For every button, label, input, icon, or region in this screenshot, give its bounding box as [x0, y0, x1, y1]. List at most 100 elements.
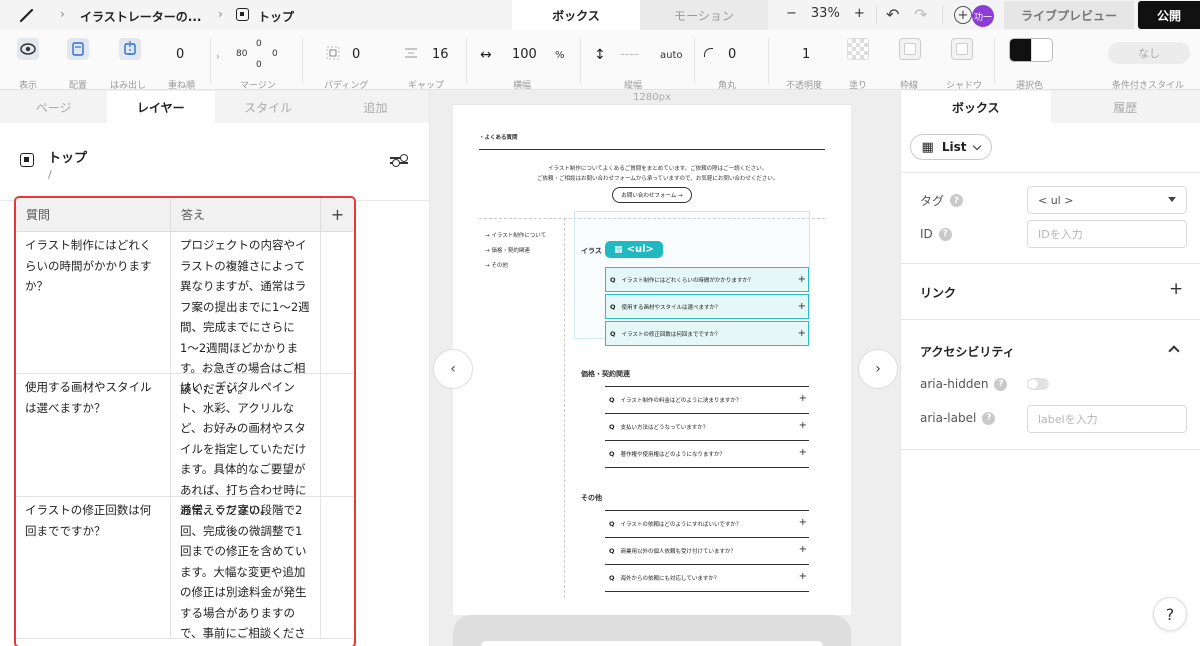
zoom-in-button[interactable]: + — [854, 6, 865, 21]
height-value[interactable]: ---- — [620, 47, 639, 62]
padding-value[interactable]: 0 — [352, 47, 360, 62]
conditional-style-button[interactable]: なし — [1108, 42, 1190, 64]
faq-item-selected[interactable]: Q イラストの修正回数は何回までですか？ + — [605, 321, 809, 346]
shadow-tool[interactable]: シャドウ — [946, 38, 982, 91]
faq-item[interactable]: Q 著作権や使用権はどのようになりますか？ + — [605, 441, 809, 466]
ul-element-badge[interactable]: ▦ <ul> — [605, 241, 663, 258]
tab-layers[interactable]: レイヤー — [107, 91, 215, 123]
add-link-icon[interactable]: + — [1169, 279, 1183, 299]
add-collaborator-icon[interactable]: + — [954, 6, 972, 24]
zindex-value[interactable]: 0 — [176, 47, 184, 62]
question-cell[interactable]: イラスト制作にはどれくらいの時間がかかりますか？ — [16, 232, 171, 373]
plus-icon[interactable]: + — [799, 571, 807, 582]
faq-item[interactable]: Q 支払い方法はどうなっていますか？ + — [605, 414, 809, 439]
avatar[interactable]: 功一 — [972, 5, 994, 27]
width-value[interactable]: 100 — [512, 47, 537, 62]
chevron-right-icon: › — [218, 7, 223, 21]
help-icon[interactable]: ? — [950, 194, 964, 207]
margin-right[interactable]: 0 — [272, 49, 278, 59]
aria-hidden-toggle[interactable] — [1027, 378, 1049, 390]
zindex-tool[interactable]: 0 重ね順 — [166, 38, 198, 91]
padding-tool[interactable]: 0 パディング — [322, 38, 372, 91]
help-icon[interactable]: ? — [982, 411, 996, 425]
margin-top[interactable]: 0 — [256, 39, 262, 49]
answer-cell[interactable]: はい、デジタルペイント、水彩、アクリルなど、お好みの画材やスタイルを指定していた… — [171, 374, 321, 517]
column-header-answer[interactable]: 答え — [171, 198, 321, 231]
margin-bottom[interactable]: 0 — [256, 60, 262, 70]
help-icon[interactable]: ? — [994, 377, 1008, 391]
undo-icon[interactable]: ↶ — [886, 5, 899, 24]
aria-label-input[interactable] — [1027, 405, 1187, 433]
radius-tool[interactable]: 0 角丸 — [704, 38, 754, 91]
faq-item[interactable]: Q 商業用以外の個人依頼も受け付けていますか？ + — [605, 538, 809, 563]
width-tool[interactable]: ↔ 100 % 横幅 — [480, 38, 570, 91]
id-input[interactable] — [1027, 220, 1187, 248]
question-cell[interactable]: 使用する画材やスタイルは選べますか？ — [16, 374, 171, 496]
plus-icon[interactable]: + — [799, 393, 807, 404]
tab-pages[interactable]: ページ — [0, 91, 107, 123]
zoom-value[interactable]: 33% — [811, 6, 840, 21]
help-icon[interactable]: ? — [938, 227, 952, 241]
margin-tool[interactable]: › 0 80 0 0 マージン — [216, 38, 286, 91]
height-tool[interactable]: ↕ ---- auto 縦幅 — [592, 38, 688, 91]
redo-icon[interactable]: ↷ — [914, 5, 927, 24]
help-button[interactable]: ? — [1153, 597, 1187, 631]
margin-left[interactable]: 80 — [236, 49, 247, 59]
radius-value[interactable]: 0 — [728, 47, 736, 62]
plus-icon[interactable]: + — [799, 447, 807, 458]
filter-settings-icon[interactable] — [390, 154, 408, 169]
breadcrumb-project[interactable]: イラストレーターの... — [80, 8, 201, 25]
plus-icon[interactable]: + — [799, 420, 807, 431]
plus-icon[interactable]: + — [798, 301, 806, 312]
gap-tool[interactable]: 16 ギャップ — [404, 38, 454, 91]
selection-color-tool[interactable]: 選択色 — [1008, 38, 1054, 91]
zoom-out-button[interactable]: − — [786, 6, 797, 21]
column-header-question[interactable]: 質問 — [16, 198, 171, 231]
display-tool[interactable]: 表示 — [16, 38, 40, 91]
faq-item[interactable]: Q イラストの依頼はどのようにすればいいですか？ + — [605, 511, 809, 536]
overflow-tool[interactable]: はみ出し — [110, 38, 146, 91]
tab-box[interactable]: ボックス — [512, 0, 640, 30]
tab-history[interactable]: 履歴 — [1051, 91, 1200, 123]
chevron-up-icon[interactable] — [1168, 345, 1180, 357]
layout-tool[interactable]: 配置 — [66, 38, 90, 91]
faq-item-selected[interactable]: Q 使用する画材やスタイルは選べますか？ + — [605, 294, 809, 319]
height-unit[interactable]: auto — [660, 50, 683, 61]
sidenav-item[interactable]: → 価格・契約関連 — [485, 246, 530, 254]
breadcrumb-page[interactable]: トップ — [258, 8, 294, 25]
fill-tool[interactable]: 塗り — [846, 38, 870, 91]
plus-icon[interactable]: + — [798, 274, 806, 285]
answer-cell[interactable]: プロジェクトの内容やイラストの複雑さによって異なりますが、通常はラフ案の提出まで… — [171, 232, 321, 396]
intro-line-1: イラスト制作についてよくあるご質問をまとめています。ご依頼の際はご一読ください。 — [548, 166, 768, 172]
answer-cell[interactable]: 通常、ラフ案の段階で2回、完成後の微調整で1回までの修正を含めています。大幅な変… — [171, 497, 321, 640]
chevron-right-icon[interactable]: › — [858, 349, 898, 389]
sidenav-item[interactable]: → その他 — [485, 261, 508, 269]
publish-button[interactable]: 公開 — [1138, 1, 1200, 29]
tab-box-properties[interactable]: ボックス — [901, 91, 1051, 123]
plus-icon[interactable]: + — [799, 517, 807, 528]
pen-icon[interactable] — [18, 6, 36, 24]
question-cell[interactable]: イラストの修正回数は何回までですか？ — [16, 497, 171, 638]
width-unit[interactable]: % — [555, 50, 565, 61]
add-column-button[interactable]: + — [321, 198, 354, 231]
tab-motion[interactable]: モーション — [640, 0, 768, 30]
gap-value[interactable]: 16 — [432, 47, 449, 62]
opacity-tool[interactable]: 1 不透明度 — [786, 38, 826, 91]
tab-styles[interactable]: スタイル — [215, 91, 322, 123]
plus-icon[interactable]: + — [798, 328, 806, 339]
component-selector[interactable]: ▦ List — [910, 134, 992, 160]
sidenav-item[interactable]: → イラスト制作について — [485, 231, 546, 239]
faq-item[interactable]: Q イラスト制作の料金はどのように決まりますか？ + — [605, 387, 809, 412]
faq-item-selected[interactable]: Q イラスト制作にはどれくらいの時間がかかりますか？ + — [605, 267, 809, 292]
faq-item[interactable]: Q 海外からの依頼にも対応していますか？ + — [605, 565, 809, 590]
live-preview-button[interactable]: ライブプレビュー — [1004, 1, 1134, 29]
design-canvas[interactable]: 1280px ・よくある質問 イラスト制作についてよくあるご質問をまとめています… — [431, 91, 900, 646]
contact-form-button[interactable]: お問い合わせフォーム → — [612, 187, 692, 203]
border-tool[interactable]: 枠線 — [898, 38, 922, 91]
page-frame[interactable]: ・よくある質問 イラスト制作についてよくあるご質問をまとめています。ご依頼の際は… — [453, 105, 851, 615]
tab-add[interactable]: 追加 — [322, 91, 429, 123]
plus-icon[interactable]: + — [799, 544, 807, 555]
opacity-value[interactable]: 1 — [802, 47, 810, 62]
chevron-left-icon[interactable]: ‹ — [433, 349, 473, 389]
tag-select[interactable]: < ul > — [1027, 186, 1187, 214]
